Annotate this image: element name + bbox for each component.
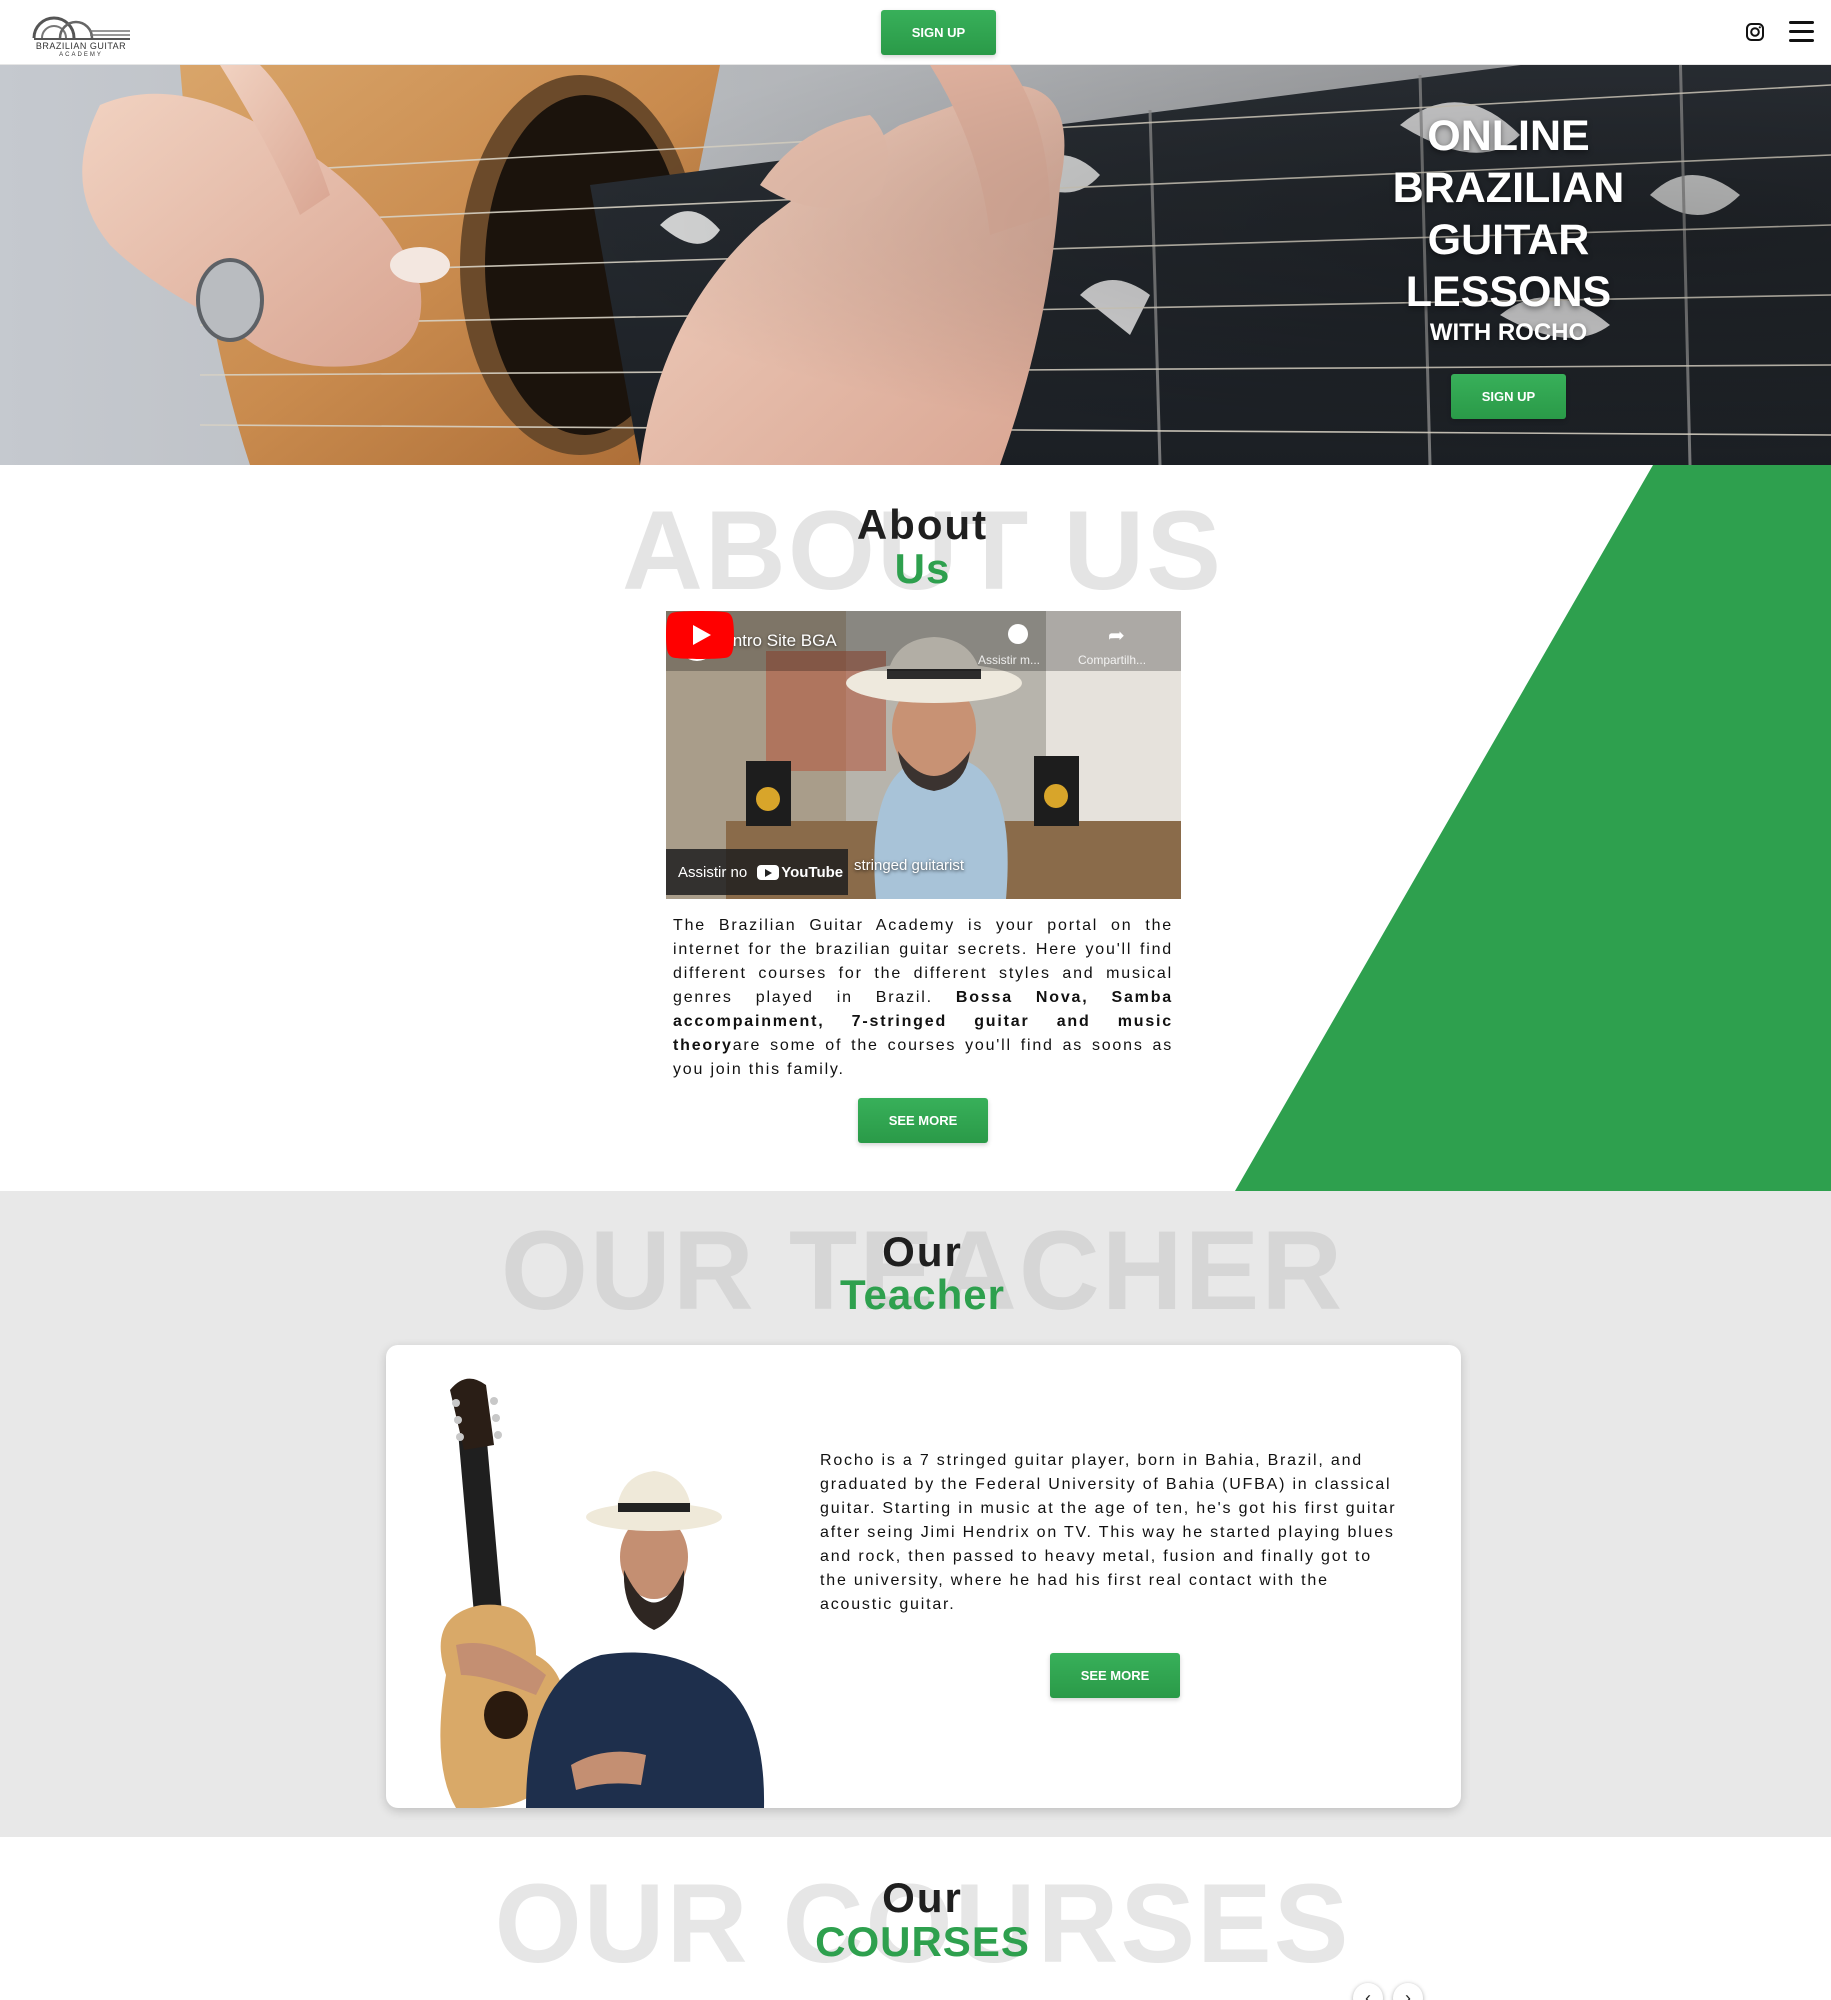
teacher-photo — [440, 1378, 765, 1808]
nav-signup-button[interactable]: SIGN UP — [881, 10, 996, 55]
teacher-bio: Rocho is a 7 stringed guitar player, bor… — [820, 1452, 1397, 1613]
courses-title: Our — [882, 1874, 963, 1921]
chevron-left-icon[interactable]: ‹ — [1353, 1983, 1383, 2000]
teacher-card: Rocho is a 7 stringed guitar player, bor… — [386, 1345, 1461, 1808]
clock-icon[interactable] — [1008, 624, 1028, 644]
video-embed[interactable]: BGA Intro Site BGA ➦ Assistir m... Compa… — [666, 611, 1181, 899]
about-see-more-button[interactable]: SEE MORE — [858, 1098, 988, 1143]
about-title: About — [856, 501, 989, 548]
hero-title: ONLINE BRAZILIAN GUITAR LESSONS — [1392, 112, 1625, 316]
logo-text: BRAZILIAN GUITAR — [35, 41, 127, 51]
video-caption: stringed guitarist — [854, 857, 965, 874]
logo-subtext: ACADEMY — [59, 52, 103, 58]
hero-banner: ONLINE BRAZILIAN GUITAR LESSONS WITH ROC… — [0, 65, 1831, 465]
youtube-label: YouTube — [781, 863, 844, 881]
hero-signup-button[interactable]: SIGN UP — [1451, 374, 1566, 419]
navbar: BRAZILIAN GUITAR ACADEMY SIGN UP — [0, 0, 1831, 65]
hero-subtitle: WITH ROCHO — [1429, 319, 1588, 346]
share-icon[interactable]: ➦ — [1108, 623, 1125, 648]
about-text-part-2: are some of the courses you'll find as s… — [673, 1037, 1173, 1078]
teacher-section: OUR TEACHER Our Teacher Rocho is a 7 str… — [0, 1191, 1831, 1837]
instagram-icon[interactable] — [1745, 22, 1765, 42]
about-description: The Brazilian Guitar Academy is your por… — [673, 914, 1173, 1082]
hamburger-menu-icon[interactable] — [1789, 21, 1814, 43]
about-section: ABOUT US About Us BGA Intro Site BGA ➦ A… — [0, 465, 1831, 1191]
watch-later-label[interactable]: Assistir m... — [978, 653, 1040, 667]
courses-section: OUR COURSES Our COURSES ‹ › — [0, 1837, 1831, 2000]
teacher-see-more-button[interactable]: SEE MORE — [1050, 1653, 1180, 1698]
watch-on-label: Assistir no — [678, 863, 748, 881]
courses-title-accent: COURSES — [815, 1918, 1030, 1965]
share-label[interactable]: Compartilh... — [1078, 653, 1146, 667]
about-title-accent: Us — [894, 545, 951, 592]
brand-logo[interactable]: BRAZILIAN GUITAR ACADEMY — [30, 6, 132, 60]
chevron-right-icon[interactable]: › — [1393, 1983, 1423, 2000]
logo-arches-icon — [32, 16, 130, 40]
watch-on-youtube-button[interactable]: Assistir no YouTube — [666, 849, 848, 895]
video-title[interactable]: Intro Site BGA — [728, 631, 837, 651]
teacher-title: Our — [882, 1228, 963, 1275]
youtube-logo-icon: YouTube — [757, 864, 843, 881]
play-button-icon[interactable] — [666, 611, 734, 659]
teacher-title-accent: Teacher — [840, 1271, 1005, 1318]
